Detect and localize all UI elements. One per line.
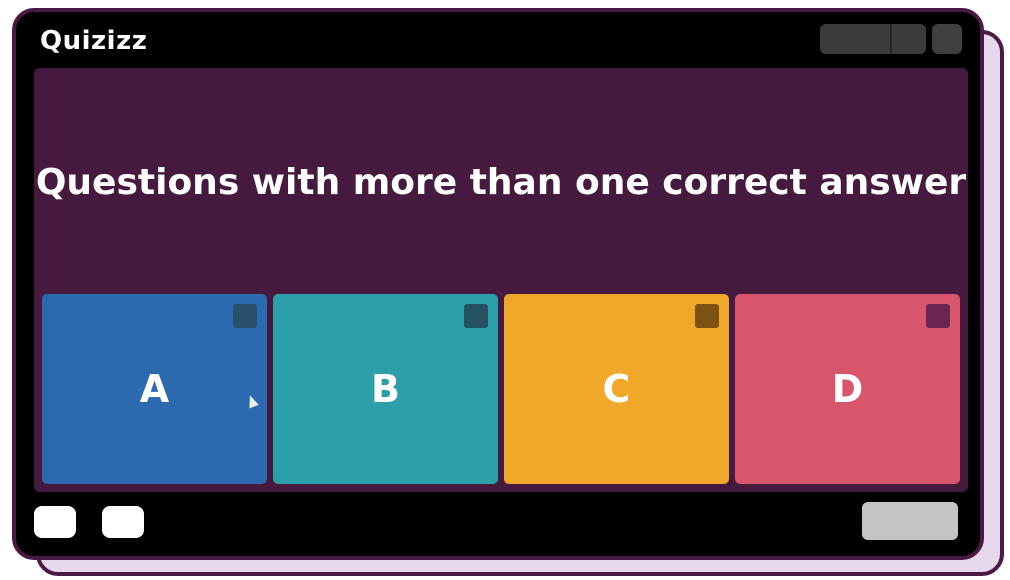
bottom-bar <box>16 492 980 556</box>
stage: Quizizz Questions with more than one cor… <box>0 0 1010 580</box>
top-control-button-2[interactable] <box>890 24 926 54</box>
option-a-label: A <box>139 367 170 411</box>
question-text: Questions with more than one correct ans… <box>35 162 967 203</box>
option-a-checkbox[interactable] <box>233 304 257 328</box>
option-d[interactable]: D <box>735 294 960 484</box>
question-panel: Questions with more than one correct ans… <box>34 68 968 492</box>
top-control-group <box>820 24 926 54</box>
option-c[interactable]: C <box>504 294 729 484</box>
top-controls <box>820 24 962 54</box>
bottom-left-button-2[interactable] <box>102 506 144 538</box>
bottom-left-button-1[interactable] <box>34 506 76 538</box>
option-a[interactable]: A <box>42 294 267 484</box>
answer-options: A B C D <box>42 294 960 484</box>
top-control-button-1[interactable] <box>820 24 890 54</box>
quiz-window: Quizizz Questions with more than one cor… <box>12 8 984 560</box>
option-b-label: B <box>371 367 400 411</box>
option-b[interactable]: B <box>273 294 498 484</box>
option-c-checkbox[interactable] <box>695 304 719 328</box>
quizizz-logo: Quizizz <box>40 26 148 56</box>
option-c-label: C <box>602 367 631 411</box>
option-d-label: D <box>831 367 864 411</box>
submit-button[interactable] <box>862 502 958 540</box>
option-b-checkbox[interactable] <box>464 304 488 328</box>
top-control-button-3[interactable] <box>932 24 962 54</box>
option-d-checkbox[interactable] <box>926 304 950 328</box>
